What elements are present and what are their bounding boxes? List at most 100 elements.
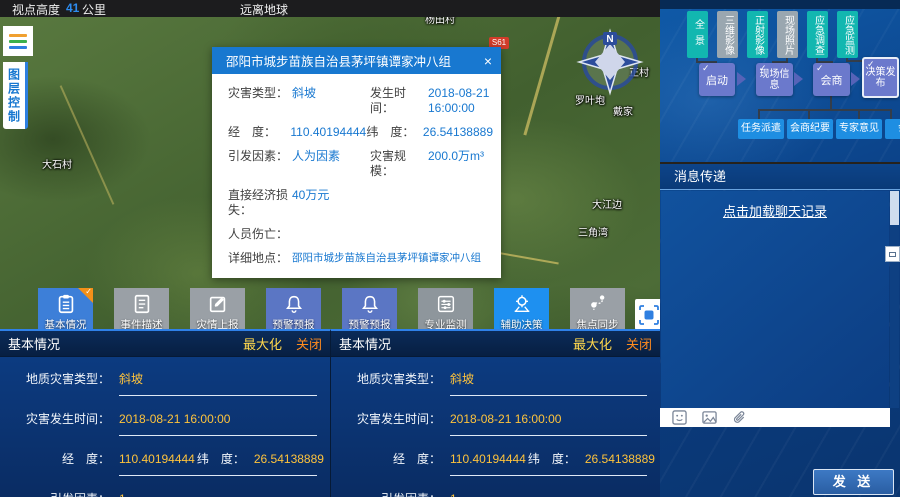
sidebar-top-strip [660, 0, 900, 9]
edit-icon [206, 293, 230, 315]
toolbar-tile-warning-1[interactable]: 预警预报 [266, 288, 321, 332]
flow-source-ortho-imagery[interactable]: 正射影像 [747, 11, 768, 58]
field-label: 经 度： [331, 450, 441, 467]
disaster-info-popup: 邵阳市城步苗族自治县茅坪镇谭家冲八组 × 灾害类型： 斜坡 发生时间： 2018… [212, 47, 501, 278]
toolbar-tile-decision[interactable]: 辅助决策 [494, 288, 549, 332]
collapse-icon [889, 252, 896, 257]
sliders-icon [434, 293, 458, 315]
panel-title: 基本情况 [339, 334, 573, 353]
popup-body: 灾害类型： 斜坡 发生时间： 2018-08-21 16:00:00 经 度： … [212, 74, 501, 278]
flow-source-emergency-survey[interactable]: 应急调查 [807, 11, 828, 58]
popup-header: 邵阳市城步苗族自治县茅坪镇谭家冲八组 × [212, 47, 501, 74]
toolbar-tile-report[interactable]: 灾情上报 [190, 288, 245, 332]
panel-collapse-button[interactable] [885, 246, 900, 262]
chat-history-area[interactable]: 点击加载聊天记录 [661, 191, 889, 408]
toolbar-tile-basic-info[interactable]: 基本情况 ✓ [38, 288, 93, 332]
altitude-value: 41 [66, 1, 79, 15]
field-value: 斜坡 [292, 86, 370, 116]
hamburger-icon [9, 34, 27, 37]
flow-arrow-icon [794, 72, 803, 86]
check-icon: ✓ [759, 63, 767, 74]
field-label: 直接经济损失： [228, 188, 292, 218]
field-value: 人为因素 [292, 149, 370, 179]
field-value: 2018-08-21 16:00:00 [450, 412, 561, 426]
close-icon[interactable]: × [475, 53, 501, 69]
close-button[interactable]: 关闭 [626, 334, 652, 353]
field-value: 40万元 [292, 188, 370, 218]
toolbar-tile-event-desc[interactable]: 事件描述 [114, 288, 169, 332]
check-icon: ✓ [702, 63, 710, 74]
map-place-label: 大石村 [42, 156, 72, 171]
attachment-icon[interactable] [732, 410, 747, 425]
flow-source-site-photos[interactable]: 现场照片 [777, 11, 798, 58]
svg-text:N: N [606, 34, 613, 45]
flow-btn-task-dispatch[interactable]: 任务派遣 [738, 119, 784, 139]
flow-source-panorama[interactable]: 全景 [687, 11, 708, 58]
flow-node-site-info[interactable]: ✓ 现场信息 [756, 63, 793, 96]
bell-icon [282, 293, 306, 315]
bell-icon [358, 293, 382, 315]
field-value: 110.40194444 [290, 125, 366, 140]
field-label: 引发因素： [0, 490, 110, 497]
field-label: 地质灾害类型： [331, 370, 441, 387]
field-value: 26.54138889 [254, 452, 324, 466]
layer-control-tab[interactable]: 图层控制 [3, 62, 28, 129]
field-label: 地质灾害类型： [0, 370, 110, 387]
flow-btn-expert-opinion[interactable]: 专家意见 [836, 119, 882, 139]
chat-panel-title: 消息传递 [660, 164, 900, 190]
field-value: 2018-08-21 16:00:00 [428, 86, 493, 116]
map-road [523, 0, 567, 136]
maximize-button[interactable]: 最大化 [573, 334, 612, 353]
field-label: 经 度： [0, 450, 110, 467]
pin-icon [510, 293, 534, 315]
compass-icon: N [576, 28, 644, 96]
compass-control[interactable]: N [576, 28, 644, 96]
route-icon [586, 293, 610, 315]
maximize-button[interactable]: 最大化 [243, 334, 282, 353]
field-value: 1 [450, 492, 457, 497]
field-value: 110.40194444 [450, 452, 526, 466]
scrollbar-thumb[interactable] [890, 191, 899, 225]
map-road [60, 85, 115, 205]
panel-header: 基本情况 最大化 关闭 [0, 331, 330, 357]
map-place-label: 三角湾 [578, 224, 608, 239]
panel-header: 基本情况 最大化 关闭 [331, 331, 660, 357]
field-value: 2018-08-21 16:00:00 [119, 412, 230, 426]
flow-source-3d-imagery[interactable]: 三维影像 [717, 11, 738, 58]
panel-title: 基本情况 [8, 334, 243, 353]
field-label: 经 度： [228, 125, 290, 140]
field-value [292, 227, 370, 242]
field-label: 人员伤亡： [228, 227, 292, 242]
check-icon: ✓ [867, 59, 875, 70]
load-chat-history-link[interactable]: 点击加载聊天记录 [661, 201, 889, 220]
field-value: 26.54138889 [423, 125, 493, 140]
field-label: 灾害发生时间： [331, 410, 441, 427]
toolbar-tile-monitor[interactable]: 专业监测 [418, 288, 473, 332]
flow-node-start[interactable]: ✓ 启动 [699, 63, 735, 96]
basic-info-panel-2: 基本情况 最大化 关闭 地质灾害类型：斜坡 灾害发生时间：2018-08-21 … [330, 329, 660, 497]
close-button[interactable]: 关闭 [296, 334, 322, 353]
field-label: 纬 度： [366, 125, 423, 140]
field-value: 斜坡 [119, 372, 143, 386]
viewpoint-label: 视点高度 [12, 1, 60, 18]
clipboard-icon [54, 293, 78, 315]
popup-title: 邵阳市城步苗族自治县茅坪镇谭家冲八组 [212, 51, 475, 70]
toolbar-tile-warning-2[interactable]: 预警预报 [342, 288, 397, 332]
flow-btn-consultation[interactable]: 会商 [885, 119, 900, 139]
menu-button[interactable] [3, 26, 33, 56]
toolbar-tile-focus-sync[interactable]: 焦点同步 [570, 288, 625, 332]
flow-node-consultation[interactable]: ✓ 会商 [813, 63, 850, 96]
field-label: 发生时间： [370, 86, 428, 116]
basic-info-panel-1: 基本情况 最大化 关闭 地质灾害类型：斜坡 灾害发生时间：2018-08-21 … [0, 329, 330, 497]
status-bar: 视点高度 41 公里 远离地球 [0, 0, 660, 17]
flow-node-decision-release[interactable]: ✓ 决策发布 [862, 57, 899, 98]
field-label: 详细地点： [228, 251, 292, 266]
send-button[interactable]: 发 送 [813, 469, 894, 495]
fullscreen-button[interactable] [635, 299, 662, 330]
flow-btn-meeting-minutes[interactable]: 会商纪要 [787, 119, 833, 139]
chat-scrollbar[interactable] [890, 191, 899, 408]
flow-source-emergency-monitor[interactable]: 应急监测 [837, 11, 858, 58]
flow-arrow-icon [851, 72, 860, 86]
emoji-icon[interactable] [672, 410, 687, 425]
image-icon[interactable] [702, 410, 717, 425]
